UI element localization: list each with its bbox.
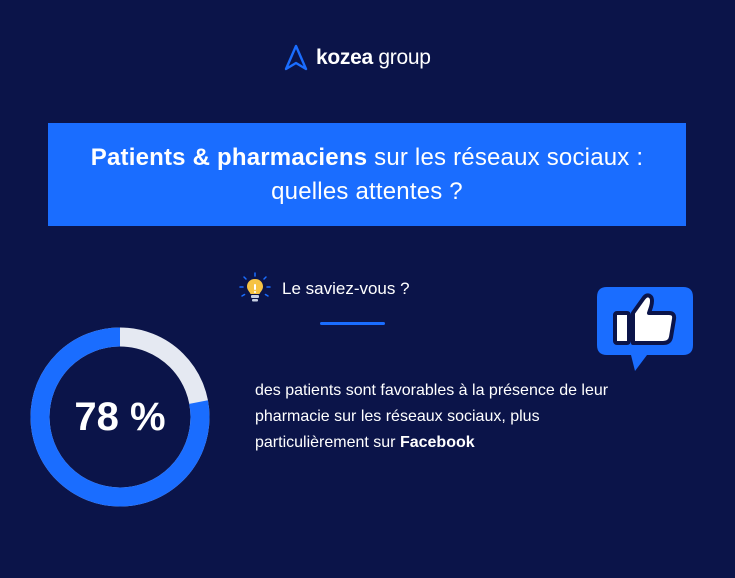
page-title: Patients & pharmaciens sur les réseaux s… — [87, 141, 647, 209]
did-you-know-label: Le saviez-vous ? — [282, 279, 410, 298]
stat-description-bold: Facebook — [399, 434, 475, 451]
brand-logo: kozea group — [284, 44, 431, 72]
stat-description: des patients sont favorables à la présen… — [255, 378, 645, 456]
heading-underline — [320, 322, 385, 325]
title-banner: Patients & pharmaciens sur les réseaux s… — [48, 123, 686, 226]
brand-name-regular: group — [372, 46, 431, 69]
thumbs-up-icon — [597, 287, 693, 371]
kozea-logo-icon — [284, 44, 308, 71]
page-title-bold: Patients & pharmaciens — [90, 143, 368, 171]
brand-name: kozea group — [316, 44, 431, 72]
did-you-know-heading: Le saviez-vous ? — [238, 272, 410, 306]
brand-name-bold: kozea — [316, 46, 373, 69]
percentage-value: 78 % — [74, 394, 166, 439]
lightbulb-icon — [239, 272, 271, 302]
